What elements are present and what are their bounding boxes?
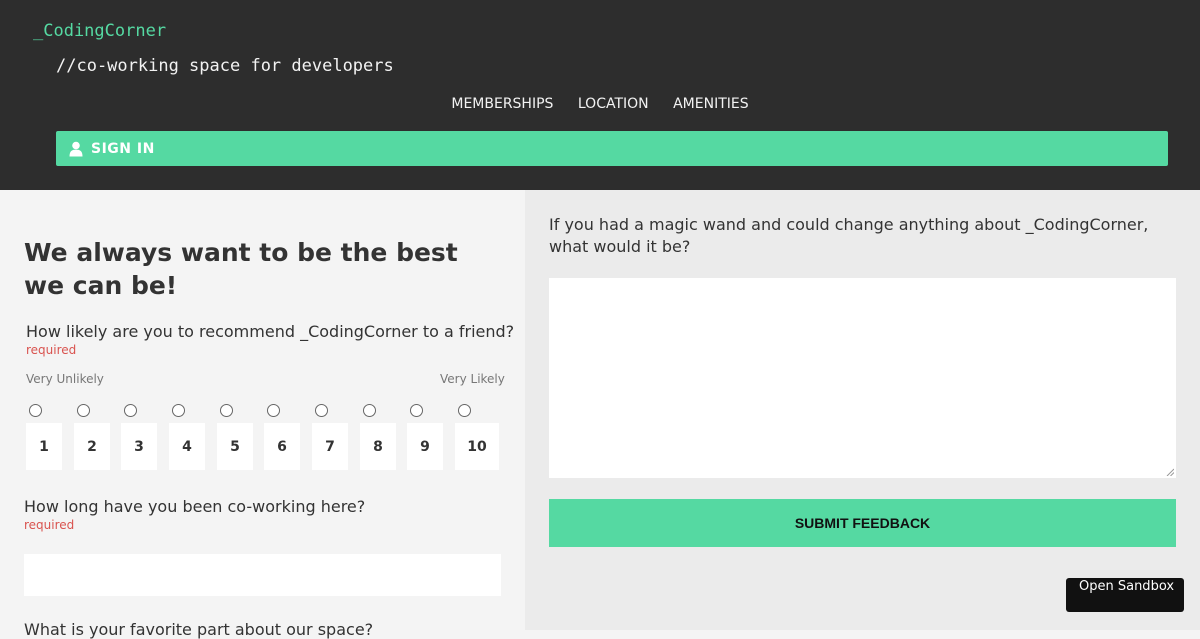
rating-option-5[interactable]: 5	[217, 423, 253, 470]
resize-handle-icon[interactable]	[1166, 468, 1174, 476]
nav-amenities[interactable]: AMENITIES	[673, 96, 749, 112]
survey-heading: We always want to be the best we can be!	[24, 238, 458, 300]
rating-radio-9[interactable]	[410, 404, 423, 417]
main-nav: MEMBERSHIPS LOCATION AMENITIES	[0, 96, 1200, 112]
rating-option-4[interactable]: 4	[169, 423, 205, 470]
rating-radio-8[interactable]	[363, 404, 376, 417]
tenure-input[interactable]	[24, 554, 501, 596]
brand-logo[interactable]: _CodingCorner	[33, 21, 166, 41]
user-icon	[69, 141, 83, 157]
sign-in-label: SIGN IN	[91, 140, 155, 157]
rating-radio-3[interactable]	[124, 404, 137, 417]
tenure-question: How long have you been co-working here?	[24, 497, 366, 516]
recommend-required: required	[26, 343, 77, 357]
rating-radio-10[interactable]	[458, 404, 471, 417]
sign-in-button[interactable]: SIGN IN	[56, 131, 1168, 166]
feedback-panel: If you had a magic wand and could change…	[525, 190, 1200, 630]
feedback-textarea[interactable]	[549, 278, 1176, 478]
nav-memberships[interactable]: MEMBERSHIPS	[451, 96, 553, 112]
rating-option-7[interactable]: 7	[312, 423, 348, 470]
tagline: //co-working space for developers	[56, 56, 394, 76]
scale-low-label: Very Unlikely	[26, 372, 104, 386]
survey-panel: We always want to be the best we can be!…	[0, 190, 525, 639]
rating-option-10[interactable]: 10	[455, 423, 499, 470]
rating-radio-7[interactable]	[315, 404, 328, 417]
rating-radio-2[interactable]	[77, 404, 90, 417]
rating-radio-6[interactable]	[267, 404, 280, 417]
rating-option-6[interactable]: 6	[264, 423, 300, 470]
rating-option-2[interactable]: 2	[74, 423, 110, 470]
rating-option-3[interactable]: 3	[121, 423, 157, 470]
magic-wand-question: If you had a magic wand and could change…	[549, 215, 1149, 256]
rating-radio-5[interactable]	[220, 404, 233, 417]
recommend-question: How likely are you to recommend _CodingC…	[26, 322, 515, 341]
scale-high-label: Very Likely	[440, 372, 505, 386]
rating-radio-1[interactable]	[29, 404, 42, 417]
rating-option-1[interactable]: 1	[26, 423, 62, 470]
open-sandbox-button[interactable]: Open Sandbox	[1066, 578, 1184, 612]
rating-option-9[interactable]: 9	[407, 423, 443, 470]
nav-location[interactable]: LOCATION	[578, 96, 649, 112]
submit-feedback-button[interactable]: SUBMIT FEEDBACK	[549, 499, 1176, 547]
rating-radio-4[interactable]	[172, 404, 185, 417]
tenure-required: required	[24, 518, 75, 532]
rating-option-8[interactable]: 8	[360, 423, 396, 470]
site-header: _CodingCorner //co-working space for dev…	[0, 0, 1200, 190]
